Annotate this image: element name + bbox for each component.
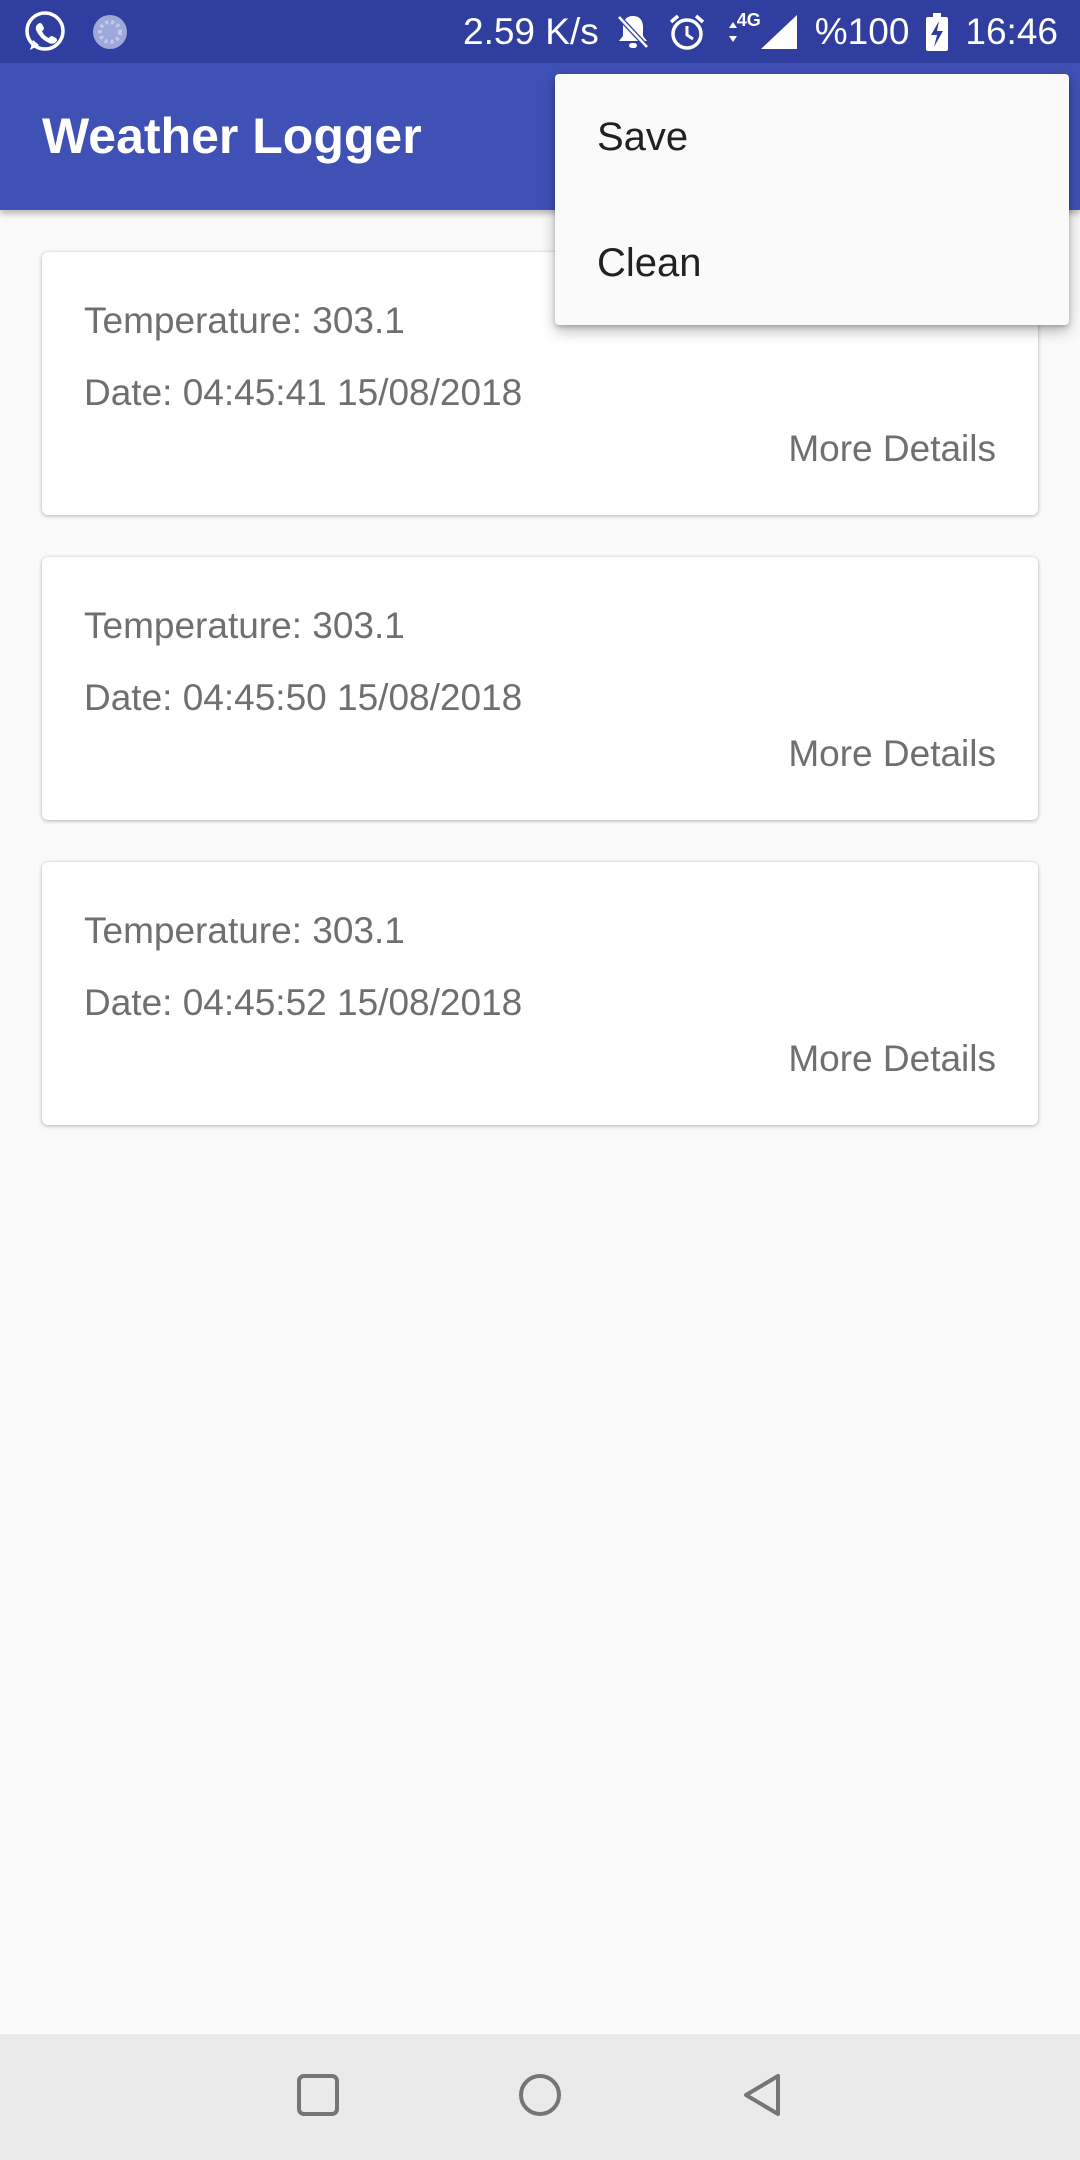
status-bar-right: 2.59 K/s 4G %100 16:46 xyxy=(463,0,1058,63)
weather-record-card: Temperature: 303.1 Date: 04:45:50 15/08/… xyxy=(42,557,1038,820)
home-icon xyxy=(517,2072,563,2123)
network-speed: 2.59 K/s xyxy=(463,10,599,52)
temperature-text: Temperature: 303.1 xyxy=(84,300,405,341)
menu-item-save[interactable]: Save xyxy=(555,74,1069,200)
battery-percent: %100 xyxy=(814,10,910,52)
recents-icon xyxy=(296,2073,340,2122)
sync-icon xyxy=(90,12,130,52)
weather-record-list: Temperature: 303.1 Date: 04:45:41 15/08/… xyxy=(42,252,1038,1167)
date-text: Date: 04:45:52 15/08/2018 xyxy=(84,982,523,1023)
network-type: 4G xyxy=(736,9,761,30)
weather-record-card: Temperature: 303.1 Date: 04:45:52 15/08/… xyxy=(42,862,1038,1125)
app-title: Weather Logger xyxy=(42,108,422,164)
alarm-icon xyxy=(667,12,707,52)
navigation-bar xyxy=(0,2034,1080,2160)
more-details-button[interactable]: More Details xyxy=(788,428,996,470)
status-bar-left xyxy=(22,8,130,56)
date-text: Date: 04:45:50 15/08/2018 xyxy=(84,677,523,718)
back-button[interactable] xyxy=(702,2034,822,2160)
clock: 16:46 xyxy=(965,10,1058,52)
temperature-text: Temperature: 303.1 xyxy=(84,605,405,646)
status-bar: 2.59 K/s 4G %100 16:46 xyxy=(0,0,1080,63)
data-arrows-icon: 4G xyxy=(723,10,761,52)
signal-icon xyxy=(759,13,799,51)
overflow-menu: Save Clean xyxy=(555,74,1069,325)
battery-charging-icon xyxy=(925,12,949,52)
menu-item-clean[interactable]: Clean xyxy=(555,200,1069,326)
notifications-off-icon xyxy=(615,13,651,51)
more-details-button[interactable]: More Details xyxy=(788,733,996,775)
more-details-button[interactable]: More Details xyxy=(788,1038,996,1080)
date-text: Date: 04:45:41 15/08/2018 xyxy=(84,372,523,413)
temperature-text: Temperature: 303.1 xyxy=(84,910,405,951)
whatsapp-icon xyxy=(22,9,68,55)
back-icon xyxy=(740,2072,784,2123)
recents-button[interactable] xyxy=(258,2034,378,2160)
home-button[interactable] xyxy=(480,2034,600,2160)
